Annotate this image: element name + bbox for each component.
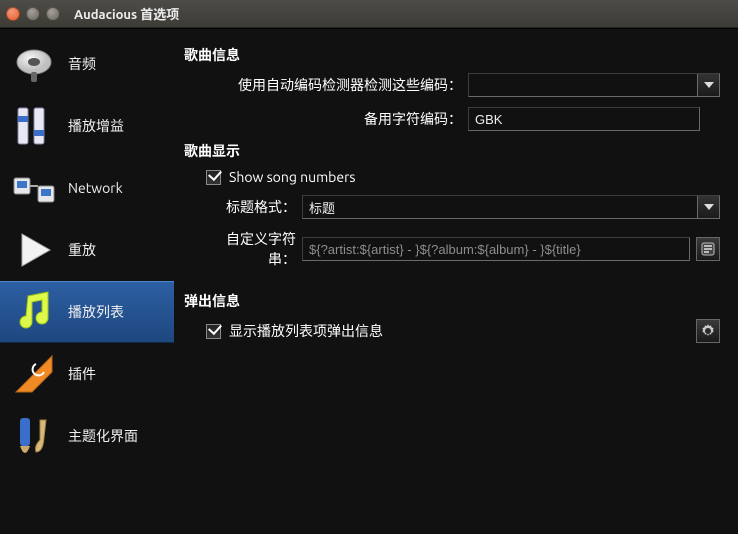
- popup-info-settings-button[interactable]: [696, 319, 720, 343]
- sliders-icon: [10, 102, 58, 150]
- row-fallback-encoding: 备用字符编码：: [206, 107, 720, 131]
- title-format-combobox[interactable]: 标题: [302, 195, 720, 219]
- sidebar-item-replaygain[interactable]: 播放增益: [0, 95, 174, 157]
- properties-icon: [701, 242, 715, 256]
- label-auto-encoding: 使用自动编码检测器检测这些编码：: [206, 75, 468, 95]
- custom-string-input[interactable]: [302, 237, 690, 261]
- gear-icon: [701, 324, 715, 338]
- sidebar-item-label: 插件: [68, 364, 96, 384]
- window-close-button[interactable]: [6, 7, 20, 21]
- custom-string-picker-button[interactable]: [696, 237, 720, 261]
- row-title-format: 标题格式： 标题: [206, 195, 720, 219]
- sidebar-item-network[interactable]: Network: [0, 157, 174, 219]
- show-popup-info-checkbox[interactable]: [206, 324, 221, 339]
- sidebar-item-label: Network: [68, 180, 123, 196]
- sidebar-item-plugins[interactable]: 插件: [0, 343, 174, 405]
- plugin-icon: [10, 350, 58, 398]
- window-restore-button[interactable]: [46, 7, 60, 21]
- label-fallback-encoding: 备用字符编码：: [206, 109, 468, 129]
- sidebar-item-label: 播放增益: [68, 116, 124, 136]
- network-icon: [10, 164, 58, 212]
- show-popup-info-label: 显示播放列表项弹出信息: [229, 321, 690, 341]
- row-show-song-numbers: Show song numbers: [206, 169, 720, 185]
- speaker-icon: [10, 40, 58, 88]
- play-icon: [10, 226, 58, 274]
- show-song-numbers-label: Show song numbers: [229, 169, 355, 185]
- sidebar-item-replay[interactable]: 重放: [0, 219, 174, 281]
- music-note-icon: [10, 288, 58, 336]
- row-show-popup-info: 显示播放列表项弹出信息: [206, 319, 720, 343]
- window-title: Audacious 首选项: [74, 4, 179, 23]
- auto-encoding-combobox[interactable]: [468, 73, 720, 97]
- label-custom-string: 自定义字符串：: [206, 229, 302, 269]
- chevron-down-icon: [697, 74, 719, 96]
- row-custom-string: 自定义字符串：: [206, 229, 720, 269]
- paint-brush-icon: [10, 412, 58, 460]
- sidebar-item-label: 重放: [68, 240, 96, 260]
- section-header-song-display: 歌曲显示: [184, 141, 720, 161]
- sidebar-item-audio[interactable]: 音频: [0, 33, 174, 95]
- sidebar-item-label: 播放列表: [68, 302, 124, 322]
- section-header-song-info: 歌曲信息: [184, 45, 720, 65]
- preferences-content: 歌曲信息 使用自动编码检测器检测这些编码： 备用字符编码： 歌曲显示 Show …: [174, 29, 738, 534]
- window-minimize-button[interactable]: [26, 7, 40, 21]
- sidebar-item-label: 主题化界面: [68, 426, 138, 446]
- chevron-down-icon: [697, 196, 719, 218]
- sidebar-item-label: 音频: [68, 54, 96, 74]
- title-format-value: 标题: [309, 198, 335, 217]
- fallback-encoding-input[interactable]: [468, 107, 700, 131]
- preferences-sidebar: 音频 播放增益 Network 重放: [0, 29, 174, 534]
- section-header-popup-info: 弹出信息: [184, 291, 720, 311]
- show-song-numbers-checkbox[interactable]: [206, 170, 221, 185]
- titlebar: Audacious 首选项: [0, 0, 738, 28]
- row-auto-encoding: 使用自动编码检测器检测这些编码：: [206, 73, 720, 97]
- label-title-format: 标题格式：: [206, 197, 302, 217]
- sidebar-item-playlist[interactable]: 播放列表: [0, 281, 174, 343]
- sidebar-item-appearance[interactable]: 主题化界面: [0, 405, 174, 467]
